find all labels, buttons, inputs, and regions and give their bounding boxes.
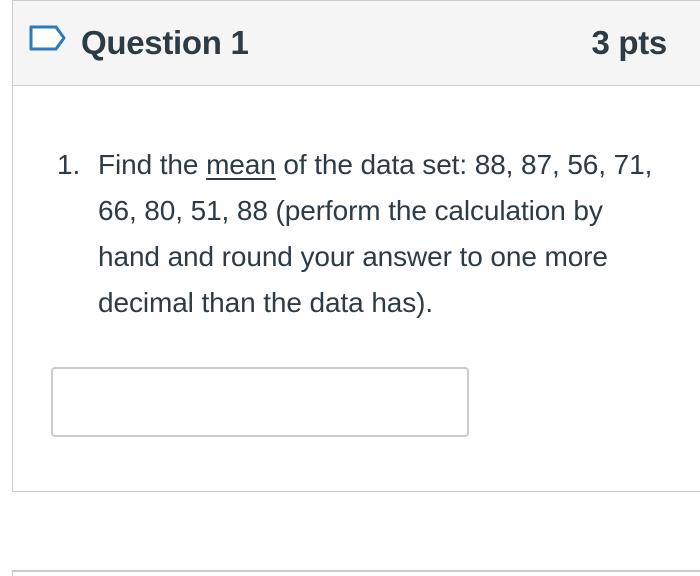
question-prompt-text: Find the mean of the data set: 88, 87, 5… [98, 142, 657, 326]
answer-input[interactable] [51, 367, 469, 437]
next-question-card-edge [12, 570, 700, 576]
quiz-page: Question 1 3 pts 1. Find the mean of the… [0, 0, 700, 576]
question-header: Question 1 3 pts [13, 1, 700, 86]
question-body: 1. Find the mean of the data set: 88, 87… [13, 86, 700, 491]
prompt-emphasized-word: mean [206, 149, 276, 180]
question-prompt: 1. Find the mean of the data set: 88, 87… [57, 142, 657, 326]
question-points: 3 pts [591, 24, 667, 61]
question-title: Question 1 [81, 24, 249, 61]
prompt-text-before: Find the [98, 149, 207, 180]
flag-question-icon[interactable] [29, 25, 67, 51]
question-card: Question 1 3 pts 1. Find the mean of the… [12, 0, 700, 492]
question-number: 1. [57, 149, 81, 180]
